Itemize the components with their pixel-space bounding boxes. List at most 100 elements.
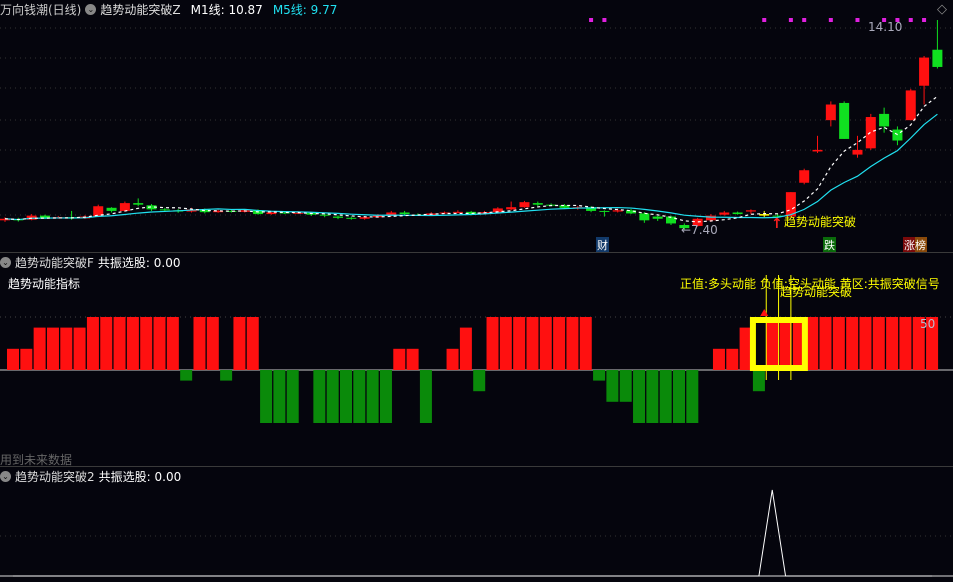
resonance-line	[13, 489, 933, 577]
signal-dot	[828, 18, 833, 22]
momentum-bar	[206, 317, 219, 370]
candle-body	[865, 117, 876, 149]
momentum-bar	[766, 317, 779, 370]
momentum-bar	[406, 348, 419, 370]
momentum-bar	[539, 317, 552, 370]
candle-body	[519, 202, 530, 208]
divider	[0, 252, 953, 253]
candle-body	[719, 212, 730, 215]
momentum-bar	[739, 327, 752, 370]
momentum-bar	[593, 370, 606, 381]
momentum-bar	[46, 327, 59, 370]
candle-body	[506, 207, 517, 210]
panel2-indicator[interactable]: 趋势动能突破F	[15, 254, 94, 271]
momentum-bar	[419, 370, 432, 423]
momentum-bar	[779, 317, 792, 370]
momentum-bar	[886, 317, 899, 370]
candle-body	[745, 210, 756, 212]
momentum-bar	[686, 370, 699, 423]
signal-dot	[762, 18, 767, 22]
momentum-bar	[246, 317, 259, 370]
momentum-bar	[140, 317, 153, 370]
momentum-bar	[646, 370, 659, 423]
panel2-overlay-label: 趋势动能突破	[780, 285, 853, 299]
panel2-title: 趋势动能指标	[8, 277, 81, 291]
candle-body	[266, 212, 277, 215]
panel2-resonance: 共振选股: 0.00	[97, 256, 181, 270]
momentum-bar	[446, 348, 459, 370]
chevron-down-icon[interactable]: ⌄	[0, 257, 11, 268]
momentum-bar	[712, 348, 725, 370]
momentum-bar	[353, 370, 366, 423]
momentum-bar	[899, 317, 912, 370]
momentum-bar	[513, 317, 526, 370]
up-arrow-icon: ↑	[771, 216, 783, 232]
panel3-indicator[interactable]: 趋势动能突破2	[15, 468, 95, 485]
momentum-bar	[180, 370, 193, 381]
badge-cai[interactable]: 财	[596, 237, 609, 253]
momentum-bar	[260, 370, 273, 423]
candle-body	[346, 217, 357, 219]
momentum-bar	[313, 370, 326, 423]
panel3-header: ⌄ 趋势动能突破2 共振选股: 0.00	[0, 468, 181, 485]
momentum-bar	[379, 370, 392, 423]
momentum-bar	[286, 370, 299, 423]
candle-body	[812, 149, 823, 152]
momentum-bar	[126, 317, 139, 370]
candle-body	[599, 210, 610, 212]
up-arrow-icon	[760, 309, 769, 316]
candle-body	[399, 212, 410, 215]
high-price-label: 14.10	[868, 20, 903, 34]
candle-body	[652, 216, 663, 219]
momentum-bar	[872, 317, 885, 370]
momentum-bar	[73, 327, 86, 370]
momentum-bar	[233, 317, 246, 370]
momentum-bar	[193, 317, 206, 370]
momentum-bar	[752, 370, 765, 392]
chevron-down-icon[interactable]: ⌄	[0, 471, 11, 482]
signal-dot	[589, 18, 594, 22]
candle-body	[159, 209, 170, 211]
signal-label: 趋势动能突破	[784, 215, 857, 229]
momentum-bar	[20, 348, 33, 370]
momentum-bar	[220, 370, 233, 381]
momentum-bar	[846, 317, 859, 370]
candle-body	[932, 49, 943, 67]
momentum-bar	[673, 370, 685, 423]
momentum-bar	[273, 370, 286, 423]
momentum-bar	[113, 317, 126, 370]
candle-body	[612, 210, 623, 212]
candle-body	[106, 207, 117, 211]
momentum-bar	[33, 327, 46, 370]
candle-body	[799, 170, 810, 183]
candle-body	[319, 214, 330, 216]
momentum-bar	[393, 348, 406, 370]
momentum-bar	[526, 317, 539, 370]
momentum-bar	[859, 317, 872, 370]
ma10-line	[4, 113, 938, 221]
candle-body	[452, 211, 463, 213]
candle-body	[905, 90, 916, 121]
momentum-bar	[473, 370, 486, 392]
candle-body	[825, 104, 836, 121]
signal-dot	[802, 18, 807, 22]
badge-zhangbang[interactable]: 涨榜	[903, 237, 927, 253]
momentum-bar	[486, 317, 499, 370]
momentum-bar	[633, 370, 646, 423]
momentum-bar	[153, 317, 166, 370]
candle-body	[119, 203, 130, 211]
momentum-bar	[86, 317, 99, 370]
momentum-bar	[553, 317, 566, 370]
signal-dot	[788, 18, 793, 22]
candle-body	[732, 212, 743, 215]
panel2-header: ⌄ 趋势动能突破F 共振选股: 0.00	[0, 254, 180, 271]
candle-body	[852, 149, 863, 155]
momentum-bar	[366, 370, 379, 423]
momentum-bar	[326, 370, 339, 423]
candle-body	[759, 214, 770, 216]
momentum-bar	[579, 317, 592, 370]
badge-die[interactable]: 跌	[823, 237, 836, 253]
panel3-resonance: 共振选股: 0.00	[98, 470, 182, 484]
momentum-bar	[619, 370, 632, 402]
candle-body	[133, 203, 144, 205]
